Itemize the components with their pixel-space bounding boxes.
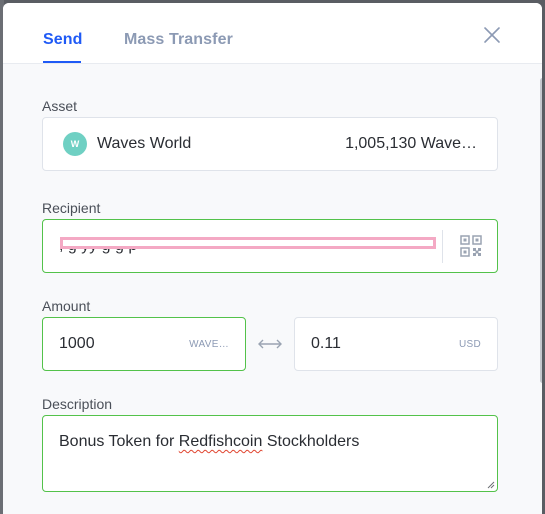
waves-asset-icon: W — [63, 132, 87, 156]
recipient-divider — [442, 230, 443, 263]
usd-amount-input[interactable]: 0.11 — [311, 335, 341, 353]
amount-unit: WAVE… — [189, 339, 229, 350]
description-text[interactable]: Bonus Token for Redfishcoin Stockholders — [59, 433, 359, 451]
qr-code-icon[interactable] — [460, 235, 482, 257]
usd-amount-field[interactable]: 0.11 USD — [294, 317, 498, 371]
asset-balance: 1,005,130 Wave… — [345, 135, 477, 152]
description-misspelled-word: Redfishcoin — [178, 433, 263, 450]
amount-label: Amount — [42, 298, 91, 314]
resize-grip-icon[interactable] — [487, 481, 495, 489]
close-icon[interactable] — [482, 25, 502, 45]
asset-selector[interactable]: W Waves World 1,005,130 Wave… — [42, 117, 498, 171]
recipient-label: Recipient — [42, 200, 101, 216]
recipient-field[interactable]: , g yy g g p — [42, 219, 498, 273]
amount-input[interactable]: 1000 — [59, 335, 95, 353]
usd-unit: USD — [458, 339, 481, 350]
active-tab-indicator — [43, 61, 81, 63]
description-text-start: Bonus Token for — [59, 433, 179, 450]
tab-send[interactable]: Send — [43, 31, 83, 49]
send-dialog: Send Mass Transfer Asset Recipient Amoun… — [3, 3, 542, 514]
amount-field[interactable]: 1000 WAVE… — [42, 317, 246, 371]
description-label: Description — [42, 396, 113, 412]
description-field[interactable]: Bonus Token for Redfishcoin Stockholders — [42, 415, 498, 492]
scrollbar[interactable] — [540, 78, 542, 383]
swap-arrows-icon[interactable] — [256, 336, 284, 352]
asset-name: Waves World — [97, 135, 192, 152]
dialog-header: Send Mass Transfer — [3, 3, 542, 64]
tab-mass-transfer[interactable]: Mass Transfer — [124, 31, 233, 49]
asset-label: Asset — [42, 98, 78, 114]
description-text-end: Stockholders — [262, 433, 360, 450]
redaction-mark — [60, 237, 436, 249]
